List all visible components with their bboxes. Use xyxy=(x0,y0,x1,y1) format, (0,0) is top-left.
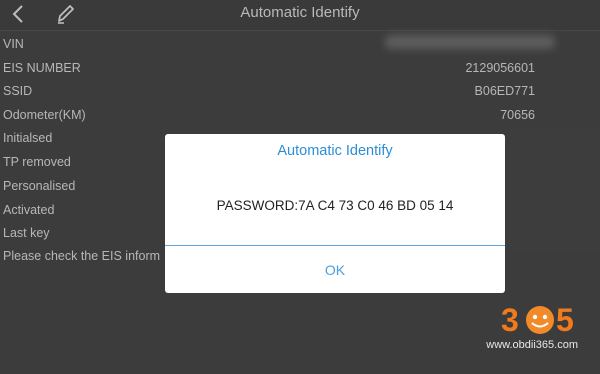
password-dialog: Automatic Identify PASSWORD:7A C4 73 C0 … xyxy=(165,134,505,293)
password-message: PASSWORD:7A C4 73 C0 46 BD 05 14 xyxy=(216,198,454,213)
app-header: Automatic Identify xyxy=(0,0,600,31)
dialog-title: Automatic Identify xyxy=(277,143,393,159)
svg-text:3: 3 xyxy=(501,302,519,338)
svg-text:5: 5 xyxy=(556,302,574,338)
watermark-url: www.obdii365.com xyxy=(486,339,578,351)
ok-button[interactable]: OK xyxy=(165,246,505,293)
obdii365-logo: 3 5 xyxy=(501,302,574,338)
page-title: Automatic Identify xyxy=(240,4,360,21)
